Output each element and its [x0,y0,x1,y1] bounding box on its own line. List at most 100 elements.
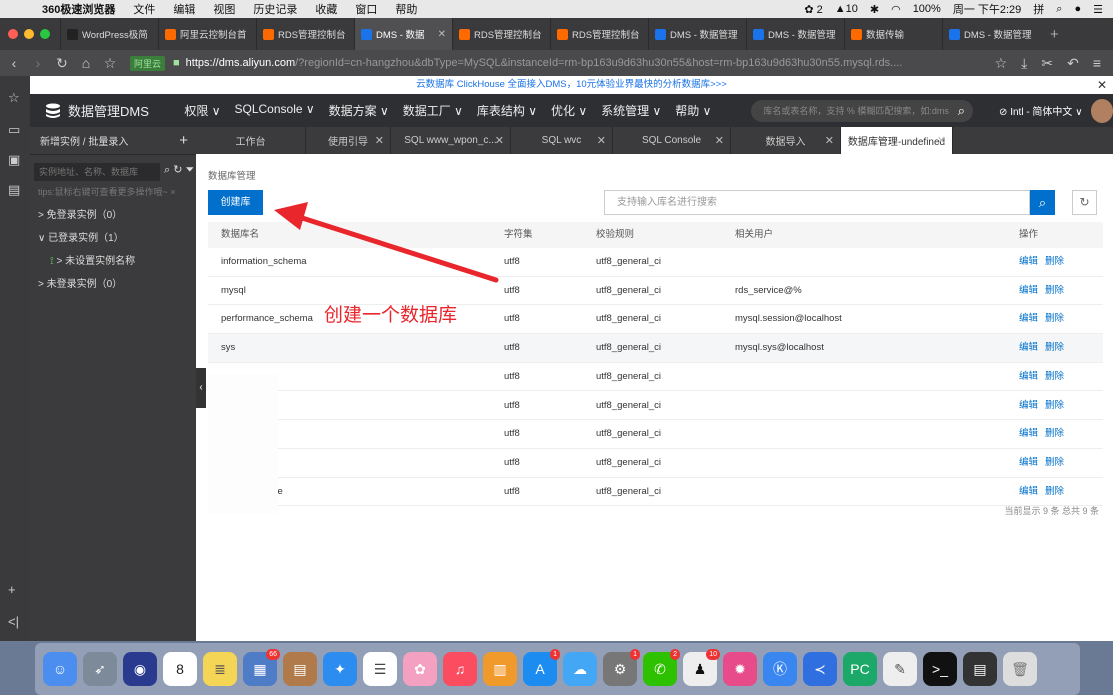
menu-system[interactable]: 系统管理 ∨ [601,102,661,119]
collapse-panel-handle[interactable]: ‹ [196,368,206,408]
dms-logo[interactable]: 数据管理DMS [44,101,184,120]
url-field[interactable]: 阿里云 ■ https://dms.aliyun.com/?regionId=c… [130,53,985,73]
content-tab[interactable]: 数据库管理-undefined ✕ [841,127,953,154]
add-instance-icon[interactable]: + [179,132,188,149]
global-search-input[interactable]: 库名或表名称，支持 % 模糊匹配搜索，如:dms ⌕ [751,99,974,122]
wifi-icon[interactable]: ◠ [891,3,901,16]
browser-tab[interactable]: DMS - 数据 ✕ [354,18,452,50]
content-tab[interactable]: 工作台 [196,127,306,154]
notify-status[interactable]: ▲10 [835,3,858,15]
tree-logged-in[interactable]: ∨ 已登录实例（1） [30,227,196,250]
books-icon[interactable]: ▥ [483,652,517,686]
menu-view[interactable]: 视图 [213,1,235,17]
close-tab-icon[interactable]: ✕ [597,134,606,147]
edit-link[interactable]: 编辑 [1019,420,1038,448]
content-tab[interactable]: SQL Console ✕ [613,127,731,154]
menu-history[interactable]: 历史记录 [253,1,297,17]
console-icon[interactable]: ▤ [963,652,997,686]
content-tab[interactable]: SQL wvc ✕ [511,127,613,154]
menu-permission[interactable]: 权限 ∨ [184,102,220,119]
bookmark-star-icon[interactable]: ☆ [100,55,120,72]
wechat-status[interactable]: ✿ 2 [804,3,822,16]
browser-tab[interactable]: RDS管理控制台 [452,18,550,50]
note-icon[interactable]: ▤ [8,182,20,198]
browser-tab[interactable]: DMS - 数据管理 [942,18,1040,50]
reminders-icon[interactable]: ☰ [363,652,397,686]
launchpad-icon[interactable]: ➶ [83,652,117,686]
menu-favorites[interactable]: 收藏 [315,1,337,17]
spotlight-icon[interactable]: ⌕ [1056,3,1062,16]
reload-icon[interactable]: ↻ [52,55,72,72]
vscode-icon[interactable]: ≺ [803,652,837,686]
menu-data-factory[interactable]: 数据工厂 ∨ [403,102,463,119]
collapse-sidebar-icon[interactable]: <| [8,614,19,629]
close-tab-icon[interactable]: ✕ [375,134,384,147]
search-icon[interactable]: ⌕ [164,164,170,176]
wechat-icon[interactable]: ✆ 2 [643,649,680,686]
delete-link[interactable]: 删除 [1045,248,1064,276]
edit-link[interactable]: 编辑 [1019,363,1038,391]
close-tab-icon[interactable]: ✕ [937,134,946,147]
delete-link[interactable]: 删除 [1045,305,1064,333]
home-icon[interactable]: ⌂ [76,55,96,71]
favorite-icon[interactable]: ☆ [995,55,1008,72]
notes-icon[interactable]: ≣ [203,652,237,686]
browser-tab[interactable]: WordPress极简 [60,18,158,50]
pycharm-icon[interactable]: PC [843,652,877,686]
edit-link[interactable]: 编辑 [1019,449,1038,477]
edit-link[interactable]: 编辑 [1019,277,1038,305]
control-center-icon[interactable]: ☰ [1093,3,1103,16]
wallet-icon[interactable]: ▣ [8,152,20,168]
app-name-menu[interactable]: 360极速浏览器 [42,1,115,17]
bluetooth-icon[interactable]: ✱ [870,3,879,16]
delete-link[interactable]: 删除 [1045,478,1064,506]
edit-link[interactable]: 编辑 [1019,478,1038,506]
input-method[interactable]: 拼 [1033,1,1044,17]
close-tab-icon[interactable]: ✕ [438,29,446,40]
undo-icon[interactable]: ↶ [1067,55,1079,72]
star-icon[interactable]: ☆ [8,90,20,106]
search-icon[interactable]: ⌕ [958,103,965,119]
menu-file[interactable]: 文件 [133,1,155,17]
tree-not-logged-in[interactable]: > 未登录实例（0） [30,273,196,296]
download-icon[interactable]: ⤓ [1021,55,1027,72]
minimize-window-button[interactable] [24,29,34,39]
instance-search-input[interactable]: 实例地址、名称、数据库 [34,163,160,181]
content-tab[interactable]: 数据导入 ✕ [731,127,841,154]
edit-link[interactable]: 编辑 [1019,248,1038,276]
browser-360-icon[interactable]: ◉ [123,652,157,686]
content-tab[interactable]: SQL www_wpon_c... ✕ [391,127,511,154]
close-tab-icon[interactable]: ✕ [715,134,724,147]
delete-link[interactable]: 删除 [1045,449,1064,477]
color-wheel-icon[interactable]: ✹ [723,652,757,686]
refresh-button[interactable]: ↻ [1072,190,1097,215]
filter-icon[interactable]: ⏷ [186,164,195,176]
edit-link[interactable]: 编辑 [1019,305,1038,333]
app-store-icon[interactable]: A1 [523,649,560,686]
safari-icon[interactable]: ✦ [323,652,357,686]
window-icon[interactable]: ▭ [8,122,20,138]
add-instance-link[interactable]: 新增实例 / 批量录入 [40,133,128,148]
terminal-icon[interactable]: >_ [923,652,957,686]
language-switch[interactable]: ⊘ Intl - 简体中文 ∨ [999,103,1083,118]
close-window-button[interactable] [8,29,18,39]
close-announcement-icon[interactable]: ✕ [1097,76,1107,94]
close-tab-icon[interactable]: ✕ [495,134,504,147]
siri-icon[interactable]: ● [1074,3,1081,15]
system-prefs-icon[interactable]: ⚙ 1 [603,649,640,686]
browser-tab[interactable]: DMS - 数据管理 [648,18,746,50]
database-search-button[interactable]: ⌕ [1030,190,1055,215]
edit-link[interactable]: 编辑 [1019,334,1038,362]
clock[interactable]: 周一 下午2:29 [953,1,1021,17]
battery-status[interactable]: 100% [913,3,941,15]
delete-link[interactable]: 删除 [1045,334,1064,362]
zoom-window-button[interactable] [40,29,50,39]
content-tab[interactable]: 使用引导 ✕ [306,127,391,154]
textedit-icon[interactable]: ✎ [883,652,917,686]
browser-tab[interactable]: RDS管理控制台 [256,18,354,50]
menu-help[interactable]: 帮助 [395,1,417,17]
delete-link[interactable]: 删除 [1045,420,1064,448]
new-tab-button[interactable]: + [1050,26,1059,43]
avatar[interactable] [1090,98,1113,123]
refresh-icon[interactable]: ↻ [173,164,182,176]
